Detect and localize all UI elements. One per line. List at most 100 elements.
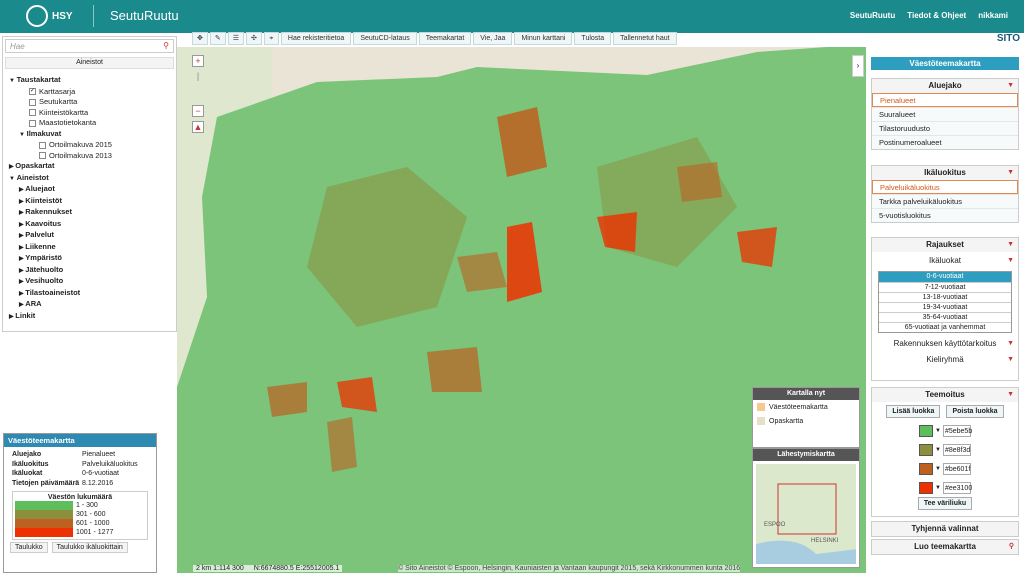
expand-icon[interactable]: ▼ xyxy=(9,176,17,182)
ikaluokitus-header[interactable]: Ikäluokitus ▼ xyxy=(872,166,1018,180)
option-pienalueet[interactable]: Pienalueet xyxy=(872,93,1018,107)
layer-tree-item[interactable]: ▶ Liikenne xyxy=(9,242,170,254)
menu-seutucd[interactable]: SeutuCD-lataus xyxy=(353,32,417,45)
color-hex-input[interactable]: #ee3100 xyxy=(942,481,972,494)
option-suuralueet[interactable]: Suuralueet xyxy=(872,107,1018,121)
theme-info-title: Väestöteemakartta xyxy=(4,434,156,447)
color-hex-input[interactable]: #8e8f3d xyxy=(942,443,971,456)
age-option[interactable]: 13-18-vuotiaat xyxy=(879,292,1011,302)
option-palveluikaluokitus[interactable]: Palveluikäluokitus xyxy=(872,180,1018,194)
on-map-item[interactable]: Opaskartta xyxy=(753,414,859,428)
color-swatch[interactable] xyxy=(919,443,934,456)
scale-text: 2 km 1:114 300 xyxy=(196,565,244,572)
color-dropdown-icon[interactable]: ▼ xyxy=(935,485,941,491)
layer-tree-item[interactable]: ▶ Vesihuolto xyxy=(9,276,170,288)
checkbox-checked-icon[interactable]: ✓ xyxy=(29,88,36,96)
gps-icon[interactable]: ▲ xyxy=(192,121,204,133)
expand-icon[interactable]: ▼ xyxy=(9,78,17,84)
clear-selections-button[interactable]: Tyhjennä valinnat xyxy=(872,522,1018,536)
layer-tree-item[interactable]: ▶ Opaskartat xyxy=(9,161,170,173)
layer-tree-item[interactable]: ▶ Jätehuolto xyxy=(9,265,170,277)
color-swatch[interactable] xyxy=(919,481,934,494)
layer-tree-item[interactable]: ▼ Ilmakuvat xyxy=(9,129,170,141)
layer-tree-item[interactable]: Maastotietokanta xyxy=(9,118,170,129)
select-icon[interactable]: ⌖ xyxy=(263,32,279,45)
menu-register[interactable]: Hae rekisteritietoa xyxy=(280,32,352,45)
ikaluokat-header[interactable]: Ikäluokat ▼ xyxy=(872,254,1018,268)
layer-tree-item[interactable]: ▶ Ympäristö xyxy=(9,253,170,265)
layer-tree-item[interactable]: ✓ Karttasarja xyxy=(9,87,170,98)
option-postinumeroalueet[interactable]: Postinumeroalueet xyxy=(872,135,1018,149)
layer-tree-item[interactable]: ▼ Taustakartat xyxy=(9,75,170,87)
option-tilastoruudusto[interactable]: Tilastoruudusto xyxy=(872,121,1018,135)
layer-tree-item[interactable]: ▼ Aineistot xyxy=(9,173,170,185)
layer-tree-item[interactable]: Ortoilmakuva 2015 xyxy=(9,140,170,151)
create-theme-map-button[interactable]: Luo teemakartta ⚲ xyxy=(872,540,1018,554)
menu-saved-searches[interactable]: Tallennetut haut xyxy=(613,32,677,45)
collapse-right-panel-button[interactable]: › xyxy=(852,55,864,77)
color-dropdown-icon[interactable]: ▼ xyxy=(935,428,941,434)
aluejako-header[interactable]: Aluejako ▼ xyxy=(872,79,1018,93)
layer-tree-item[interactable]: ▶ Linkit xyxy=(9,311,170,323)
on-map-item[interactable]: Väestöteemakartta xyxy=(753,400,859,414)
pan-icon[interactable]: ✥ xyxy=(192,32,208,45)
age-option[interactable]: 0-6-vuotiaat xyxy=(879,272,1011,282)
layer-section-header[interactable]: Aineistot xyxy=(5,57,174,69)
expand-icon[interactable]: ▼ xyxy=(19,132,27,138)
layer-tree-item[interactable]: ▶ Kaavoitus xyxy=(9,219,170,231)
menu-export[interactable]: Vie, Jaa xyxy=(473,32,513,45)
map-toolbar: ✥ ✎ ☰ ✣ ⌖ Hae rekisteritietoa SeutuCD-la… xyxy=(192,32,677,46)
layer-tree-item[interactable]: Seutukartta xyxy=(9,97,170,108)
layer-panel: Hae ⚲ Aineistot ▼ Taustakartat ✓ Karttasar… xyxy=(2,36,177,332)
layer-tree-item[interactable]: ▶ Tilastoaineistot xyxy=(9,288,170,300)
teemoitus-header[interactable]: Teemoitus ▼ xyxy=(872,388,1018,402)
zoom-slider[interactable]: | xyxy=(192,71,204,101)
move-icon[interactable]: ✣ xyxy=(246,32,262,45)
color-dropdown-icon[interactable]: ▼ xyxy=(935,447,941,453)
checkbox-icon[interactable] xyxy=(29,109,36,117)
color-dropdown-icon[interactable]: ▼ xyxy=(935,466,941,472)
menu-my-map[interactable]: Minun karttani xyxy=(514,32,573,45)
rajaukset-header[interactable]: Rajaukset ▼ xyxy=(872,238,1018,252)
color-swatch[interactable] xyxy=(919,462,934,475)
layer-tree-item[interactable]: ▶ ARA xyxy=(9,299,170,311)
age-option[interactable]: 7-12-vuotiaat xyxy=(879,282,1011,292)
menu-theme-maps[interactable]: Teemakartat xyxy=(418,32,472,45)
age-option[interactable]: 35-64-vuotiaat xyxy=(879,312,1011,322)
zoom-in-button[interactable]: + xyxy=(192,55,204,67)
table-by-age-button[interactable]: Taulukko ikäluokittain xyxy=(51,542,128,553)
search-icon[interactable]: ⚲ xyxy=(163,41,169,50)
remove-class-button[interactable]: Poista luokka xyxy=(946,405,1004,418)
checkbox-icon[interactable] xyxy=(39,141,46,149)
make-gradient-button[interactable]: Tee väriliuku xyxy=(917,497,973,510)
age-option[interactable]: 65-vuotiaat ja vanhemmat xyxy=(879,322,1011,332)
color-hex-input[interactable]: #5ebe5b xyxy=(942,424,972,437)
age-option[interactable]: 19-34-vuotiaat xyxy=(879,302,1011,312)
layer-tree-item[interactable]: ▶ Rakennukset xyxy=(9,207,170,219)
layer-tree-item[interactable]: ▶ Palvelut xyxy=(9,230,170,242)
color-hex-input[interactable]: #be601f xyxy=(942,462,971,475)
search-input[interactable]: Hae ⚲ xyxy=(5,39,174,53)
layer-tree-item[interactable]: Kiinteistökartta xyxy=(9,108,170,119)
layer-tree-item[interactable]: ▶ Aluejaot xyxy=(9,184,170,196)
checkbox-icon[interactable] xyxy=(39,152,46,160)
option-tarkka[interactable]: Tarkka palveluikäluokitus xyxy=(872,194,1018,208)
measure-icon[interactable]: ✎ xyxy=(209,32,226,45)
table-button[interactable]: Taulukko xyxy=(10,542,48,553)
add-class-button[interactable]: Lisää luokka xyxy=(886,405,941,418)
layer-tree-item[interactable]: Ortoilmakuva 2013 xyxy=(9,151,170,162)
nav-user[interactable]: nikkami xyxy=(978,11,1008,20)
nav-info[interactable]: Tiedot & Ohjeet xyxy=(907,11,966,20)
layer-tree-item[interactable]: ▶ Kiinteistöt xyxy=(9,196,170,208)
checkbox-icon[interactable] xyxy=(29,119,36,127)
language-header[interactable]: Kieliryhmä ▼ xyxy=(872,353,1018,367)
checkbox-icon[interactable] xyxy=(29,98,36,106)
zoom-out-button[interactable]: − xyxy=(192,105,204,117)
nav-seuturuutu[interactable]: SeutuRuutu xyxy=(850,11,895,20)
overview-map[interactable]: ESPOO HELSINKI xyxy=(756,464,856,564)
menu-print[interactable]: Tulosta xyxy=(574,32,612,45)
color-swatch[interactable] xyxy=(919,424,934,437)
layers-icon[interactable]: ☰ xyxy=(227,32,245,45)
option-5-vuotis[interactable]: 5-vuotisluokitus xyxy=(872,208,1018,222)
building-use-header[interactable]: Rakennuksen käyttötarkoitus ▼ xyxy=(872,337,1018,351)
